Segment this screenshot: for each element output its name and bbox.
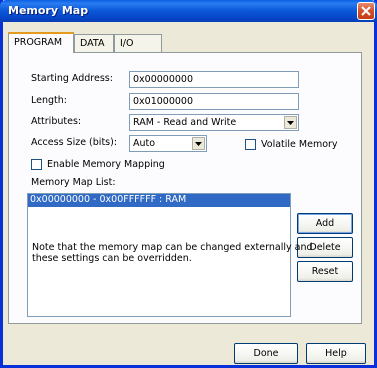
attributes-label: Attributes: [31, 116, 82, 127]
attributes-dropdown[interactable]: RAM - Read and Write [129, 114, 299, 131]
close-button[interactable] [357, 2, 375, 20]
access-size-dropdown[interactable]: Auto [129, 135, 207, 152]
length-field[interactable]: 0x01000000 [129, 93, 299, 110]
access-size-selected-value: Auto [133, 138, 156, 149]
list-item[interactable]: 0x00000000 - 0x00FFFFFF : RAM [28, 194, 290, 207]
tab-program[interactable]: PROGRAM [8, 32, 74, 53]
attributes-selected-value: RAM - Read and Write [133, 117, 237, 128]
close-icon [361, 6, 371, 16]
tab-program-label: PROGRAM [14, 37, 63, 48]
reset-button[interactable]: Reset [297, 261, 353, 282]
add-button-label: Add [315, 218, 335, 229]
tab-panel-program: Starting Address: 0x00000000 Length: 0x0… [8, 52, 362, 324]
chevron-down-icon[interactable] [284, 116, 297, 129]
length-label: Length: [31, 95, 67, 106]
enable-memory-mapping-label: Enable Memory Mapping [47, 159, 165, 170]
help-button-label: Help [325, 348, 347, 359]
volatile-memory-checkbox[interactable] [245, 139, 256, 150]
done-button[interactable]: Done [234, 343, 298, 364]
window-title: Memory Map [8, 4, 89, 17]
memory-map-list-label: Memory Map List: [31, 177, 116, 188]
help-button[interactable]: Help [306, 343, 366, 364]
tab-io-label: I/O [120, 38, 134, 49]
tab-io[interactable]: I/O [114, 34, 162, 52]
tab-data-label: DATA [80, 38, 105, 49]
note-text: Note that the memory map can be changed … [32, 242, 313, 264]
add-button[interactable]: Add [297, 213, 353, 234]
volatile-memory-label: Volatile Memory [261, 139, 338, 150]
tab-data[interactable]: DATA [74, 34, 114, 52]
title-bar[interactable]: Memory Map [0, 0, 377, 22]
done-button-label: Done [253, 348, 279, 359]
access-size-label: Access Size (bits): [31, 137, 118, 148]
chevron-down-icon[interactable] [192, 137, 205, 150]
tab-control: PROGRAM DATA I/O Starting Address: 0x000… [8, 32, 362, 324]
starting-address-field[interactable]: 0x00000000 [129, 71, 299, 88]
enable-memory-mapping-checkbox[interactable] [31, 159, 42, 170]
reset-button-label: Reset [311, 266, 339, 277]
starting-address-label: Starting Address: [31, 73, 113, 84]
